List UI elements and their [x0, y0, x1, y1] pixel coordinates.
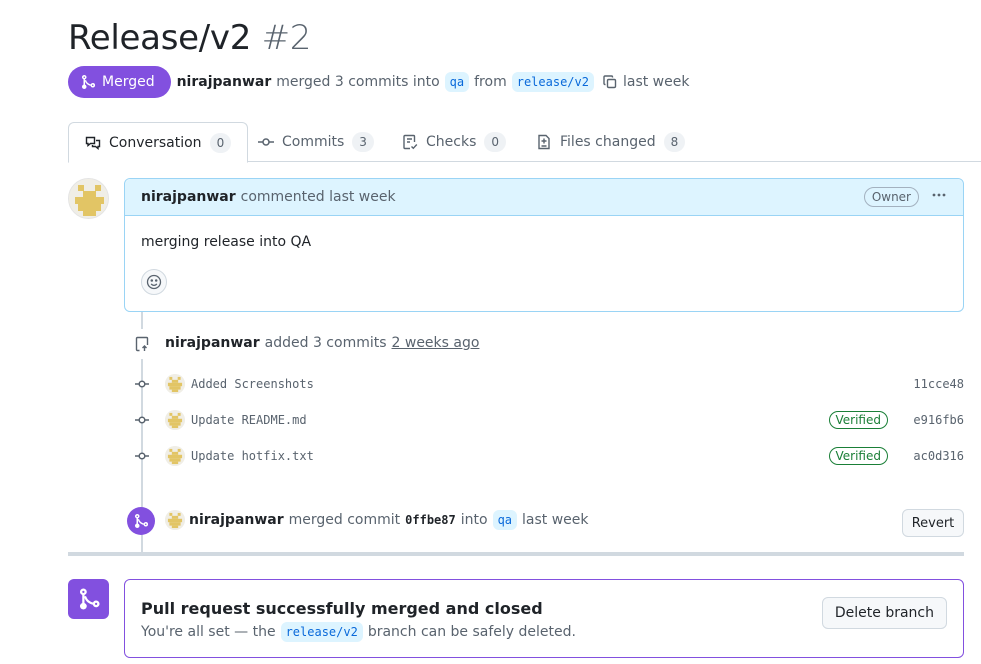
pr-author[interactable]: nirajpanwar: [177, 74, 272, 90]
commits-event-time[interactable]: 2 weeks ago: [392, 335, 480, 351]
commits-event-action: added 3 commits: [264, 335, 387, 351]
merge-event-time: last week: [522, 512, 589, 528]
pr-title: Release/v2 #2: [68, 18, 311, 58]
kebab-horizontal-icon[interactable]: [931, 187, 947, 207]
tab-files-count: 8: [663, 132, 686, 152]
merge-status-box: Pull request successfully merged and clo…: [124, 579, 964, 658]
commit-message[interactable]: Update README.md: [191, 413, 829, 427]
comment-author[interactable]: nirajpanwar: [141, 189, 236, 205]
tab-commits-label: Commits: [282, 134, 345, 150]
commit-message[interactable]: Added Screenshots: [191, 377, 912, 391]
git-commit-icon: [124, 448, 159, 464]
commits-added-event: nirajpanwar added 3 commits 2 weeks ago: [165, 333, 479, 353]
pr-meta: Merged nirajpanwar merged 3 commits into…: [68, 66, 689, 98]
tab-checks-label: Checks: [426, 134, 477, 150]
git-merge-icon: [82, 75, 96, 89]
head-branch[interactable]: release/v2: [511, 72, 594, 92]
checklist-icon: [403, 134, 418, 150]
verified-badge[interactable]: Verified: [828, 447, 888, 465]
git-commit-icon: [124, 412, 159, 428]
timeline-separator: [68, 552, 964, 556]
merge-into-text: into: [460, 512, 488, 528]
commit-message[interactable]: Update hotfix.txt: [191, 449, 829, 463]
repo-push-icon: [127, 329, 157, 359]
commit-row: Update hotfix.txt Verified ac0d316: [124, 444, 964, 468]
pr-number: #2: [261, 18, 312, 58]
merged-state-label: Merged: [102, 74, 155, 90]
copy-icon[interactable]: [602, 74, 618, 90]
tab-commits[interactable]: Commits 3: [242, 122, 390, 162]
commit-row: Update README.md Verified e916fb6: [124, 408, 964, 432]
commit-sha[interactable]: ac0d316: [912, 449, 964, 463]
comment-action: commented last week: [240, 189, 396, 205]
add-reaction-button[interactable]: [141, 269, 167, 295]
revert-button[interactable]: Revert: [902, 509, 964, 537]
tab-conversation-count: 0: [209, 132, 232, 153]
commit-row: Added Screenshots 11cce48: [124, 372, 964, 396]
merged-text: merged 3 commits into: [276, 74, 440, 90]
avatar[interactable]: [165, 446, 185, 466]
avatar[interactable]: [165, 410, 185, 430]
from-text: from: [474, 74, 507, 90]
status-desc-suffix: branch can be safely deleted.: [367, 624, 576, 640]
avatar[interactable]: [165, 510, 185, 530]
owner-badge: Owner: [863, 187, 919, 207]
tab-conversation[interactable]: Conversation 0: [68, 122, 249, 163]
status-desc-prefix: You're all set — the: [141, 624, 276, 640]
tab-files-label: Files changed: [560, 134, 656, 150]
git-commit-icon: [124, 376, 159, 392]
tab-commits-count: 3: [352, 132, 374, 152]
commit-sha[interactable]: 11cce48: [912, 377, 964, 391]
comment-body: merging release into QA: [141, 234, 312, 250]
merge-event: nirajpanwar merged commit 0ffbe87 into q…: [165, 509, 589, 531]
comment-discussion-icon: [85, 136, 101, 150]
merge-event-author[interactable]: nirajpanwar: [189, 512, 284, 528]
tab-checks-count: 0: [484, 132, 507, 152]
smiley-icon: [146, 274, 162, 290]
merge-status-desc: You're all set — the release/v2 branch c…: [141, 622, 576, 642]
commit-sha[interactable]: e916fb6: [912, 413, 964, 427]
file-diff-icon: [538, 134, 550, 150]
commits-event-author[interactable]: nirajpanwar: [165, 335, 260, 351]
verified-badge[interactable]: Verified: [828, 411, 888, 429]
git-merge-icon: [127, 507, 155, 535]
merge-event-action: merged commit: [288, 512, 401, 528]
merge-status-title: Pull request successfully merged and clo…: [141, 599, 543, 618]
tab-conversation-label: Conversation: [109, 134, 202, 151]
git-commit-icon: [258, 138, 274, 146]
git-merge-icon: [68, 579, 109, 619]
tab-checks[interactable]: Checks 0: [386, 122, 522, 162]
status-branch[interactable]: release/v2: [280, 622, 363, 642]
avatar[interactable]: [165, 374, 185, 394]
avatar[interactable]: [68, 178, 109, 219]
delete-branch-button[interactable]: Delete branch: [821, 597, 947, 629]
comment-header: nirajpanwar commented last week Owner: [125, 179, 963, 216]
merged-state-badge: Merged: [68, 66, 171, 98]
base-branch[interactable]: qa: [444, 72, 470, 92]
pr-tabs: Conversation 0 Commits 3 Checks 0 Files …: [68, 122, 981, 163]
tab-files-changed[interactable]: Files changed 8: [520, 122, 701, 162]
merge-commit-sha[interactable]: 0ffbe87: [405, 513, 456, 527]
pr-time: last week: [622, 74, 690, 90]
pr-title-text: Release/v2: [68, 18, 252, 58]
merge-branch[interactable]: qa: [492, 510, 518, 530]
comment-box: nirajpanwar commented last week Owner me…: [124, 178, 964, 312]
